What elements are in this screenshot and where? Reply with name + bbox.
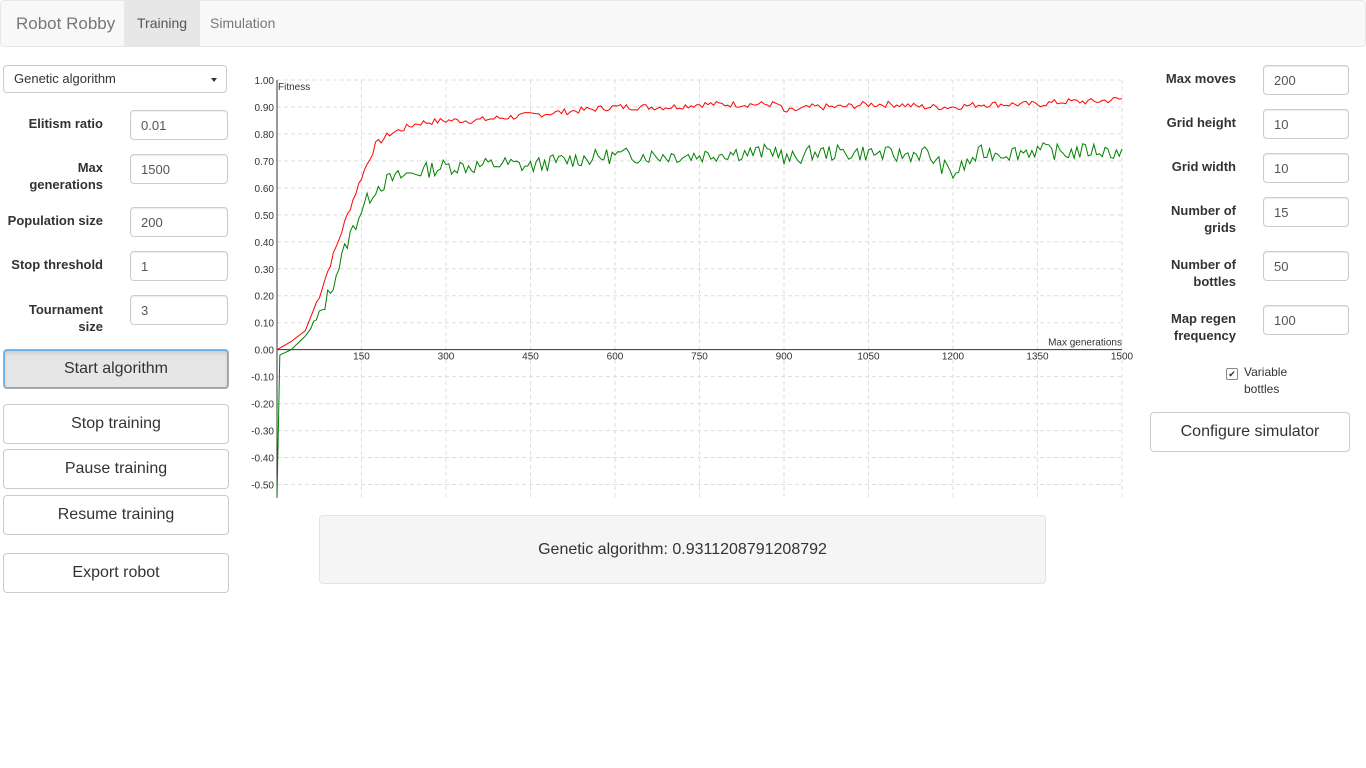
grid-height-label: Grid height: [1166, 115, 1236, 130]
tab-training[interactable]: Training: [124, 1, 201, 46]
y-tick-label: -0.30: [251, 427, 274, 438]
number-of-bottles-label: Number of bottles: [1171, 257, 1236, 289]
x-tick-label: 1200: [942, 352, 965, 363]
y-tick-label: 0.50: [255, 211, 275, 222]
stop-training-button[interactable]: Stop training: [3, 404, 229, 444]
y-tick-label: -0.40: [251, 454, 274, 465]
y-tick-label: 0.00: [255, 346, 275, 357]
y-tick-label: 0.40: [255, 238, 275, 249]
y-tick-label: 0.90: [255, 103, 275, 114]
algorithm-select[interactable]: Genetic algorithm: [3, 65, 227, 93]
y-tick-label: 0.30: [255, 265, 275, 276]
fitness-chart: 1.00 0.90 0.80 0.70 0.60 0.50 0.40 0.30 0.20 0.10…: [251, 76, 1134, 499]
configure-simulator-button[interactable]: Configure simulator: [1150, 412, 1350, 452]
grid-width-input[interactable]: [1263, 153, 1349, 183]
x-tick-label: 600: [607, 352, 624, 363]
grid-height-input[interactable]: [1263, 109, 1349, 139]
elitism-ratio-input[interactable]: [130, 110, 228, 140]
y-tick-label: 0.10: [255, 319, 275, 330]
x-tick-label: 300: [438, 352, 455, 363]
y-tick-label: 0.70: [255, 157, 275, 168]
map-regen-frequency-label: Map regen frequency: [1170, 311, 1236, 343]
result-panel: Genetic algorithm: 0.9311208791208792: [319, 515, 1046, 584]
y-tick-label: -0.50: [251, 481, 274, 492]
result-text: Genetic algorithm: 0.9311208791208792: [538, 541, 827, 558]
variable-bottles-label: Variable bottles: [1244, 365, 1288, 396]
x-tick-label: 150: [353, 352, 370, 363]
population-size-label: Population size: [7, 213, 103, 228]
tab-simulation[interactable]: Simulation: [197, 1, 288, 46]
stop-threshold-input[interactable]: [130, 251, 228, 281]
pause-training-button[interactable]: Pause training: [3, 449, 229, 489]
brand[interactable]: Robot Robby: [16, 14, 115, 34]
elitism-ratio-label: Elitism ratio: [28, 116, 103, 131]
algorithm-select-value: Genetic algorithm: [14, 71, 116, 86]
stop-threshold-label: Stop threshold: [11, 257, 103, 272]
x-tick-label: 1350: [1026, 352, 1049, 363]
x-tick-label: 900: [776, 352, 793, 363]
start-algorithm-button[interactable]: Start algorithm: [3, 349, 229, 389]
tournament-size-label: Tournament size: [28, 302, 103, 334]
max-moves-input[interactable]: [1263, 65, 1349, 95]
y-tick-label: 0.20: [255, 292, 275, 303]
x-axis-label: Max generations: [1048, 338, 1122, 349]
caret-down-icon: [211, 78, 217, 82]
number-of-grids-input[interactable]: [1263, 197, 1349, 227]
y-tick-label: 0.80: [255, 130, 275, 141]
max-moves-label: Max moves: [1165, 71, 1236, 86]
y-tick-label: -0.20: [251, 400, 274, 411]
max-generations-input[interactable]: [130, 154, 228, 184]
tournament-size-input[interactable]: [130, 295, 228, 325]
variable-bottles-checkbox[interactable]: ✔: [1226, 368, 1238, 380]
number-of-grids-label: Number of grids: [1171, 203, 1236, 235]
number-of-bottles-input[interactable]: [1263, 251, 1349, 281]
population-size-input[interactable]: [130, 207, 228, 237]
resume-training-button[interactable]: Resume training: [3, 495, 229, 535]
x-tick-label: 750: [691, 352, 708, 363]
max-generations-label: Max generations: [29, 160, 103, 192]
y-tick-label: 1.00: [255, 76, 275, 87]
y-tick-label: -0.10: [251, 373, 274, 384]
y-axis-label: Fitness: [278, 82, 310, 93]
grid-width-label: Grid width: [1171, 159, 1236, 174]
export-robot-button[interactable]: Export robot: [3, 553, 229, 593]
x-tick-label: 1500: [1111, 352, 1134, 363]
map-regen-frequency-input[interactable]: [1263, 305, 1349, 335]
x-tick-label: 1050: [857, 352, 880, 363]
x-tick-label: 450: [522, 352, 539, 363]
y-tick-label: 0.60: [255, 184, 275, 195]
navbar: Robot Robby Training Simulation: [0, 0, 1366, 47]
